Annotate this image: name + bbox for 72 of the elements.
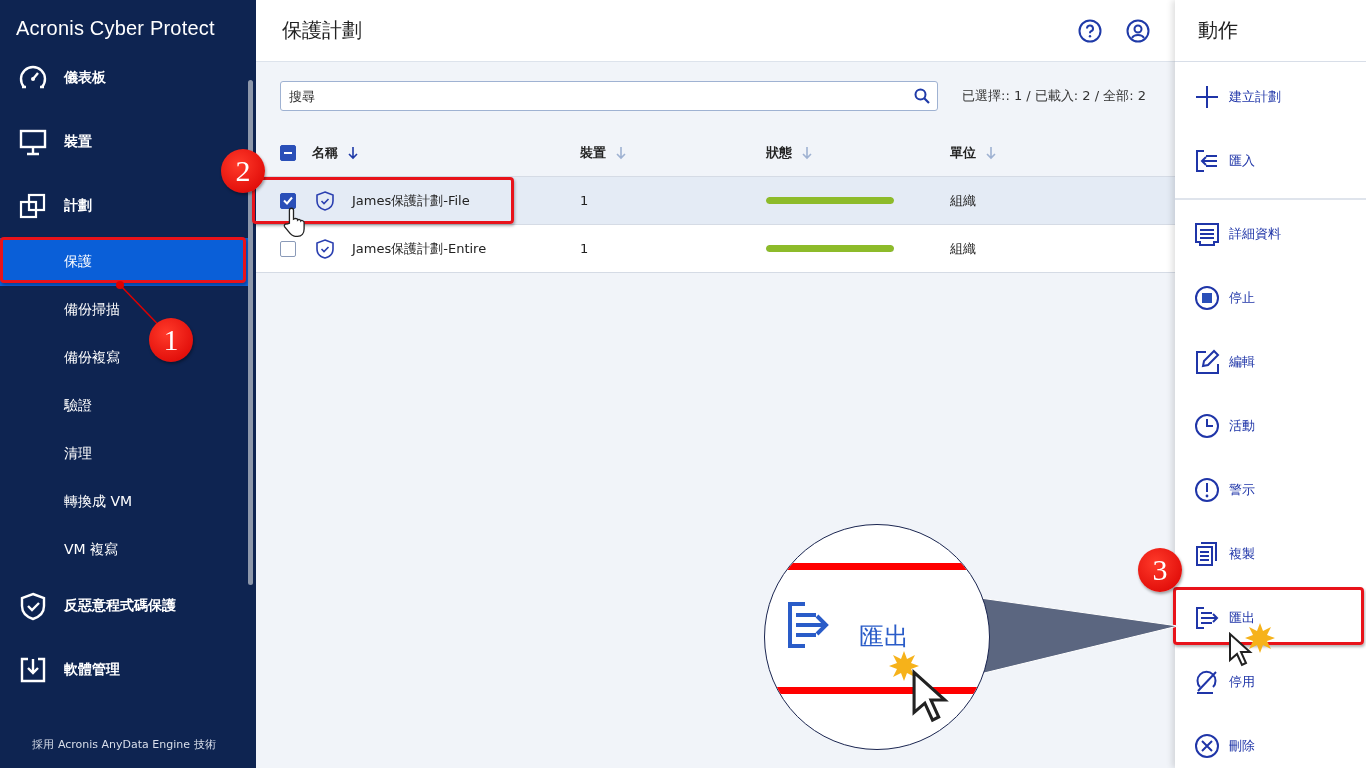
squares-icon	[18, 191, 48, 221]
table-cell-text: 組織	[950, 191, 977, 210]
row-checkbox[interactable]	[280, 240, 296, 257]
action-item[interactable]: 詳細資料	[1181, 202, 1366, 266]
action-item[interactable]: 匯出	[1181, 586, 1366, 650]
plus-icon	[1194, 84, 1220, 110]
column-header[interactable]: 名稱	[312, 144, 338, 162]
table-cell-text: 1	[580, 241, 590, 256]
delete-icon	[1194, 733, 1220, 759]
column-header[interactable]: 單位	[950, 144, 976, 162]
monitor-icon	[18, 127, 48, 157]
sidebar-subitem[interactable]: 驗證	[0, 382, 100, 430]
sidebar-item[interactable]: 裝置	[0, 110, 92, 174]
scrollbar-thumb[interactable]	[248, 80, 253, 585]
action-item[interactable]: 警示	[1181, 458, 1366, 522]
hand-cursor-icon	[282, 207, 305, 238]
action-item[interactable]: 建立計劃	[1181, 65, 1366, 129]
sidebar-subitem[interactable]: 備份掃描	[0, 286, 128, 334]
details-icon	[1194, 221, 1220, 247]
copy-icon	[1194, 541, 1220, 567]
sidebar-item[interactable]: 計劃	[0, 174, 92, 238]
shield-icon	[18, 591, 48, 621]
column-header[interactable]: 裝置	[580, 144, 606, 162]
sidebar-item[interactable]: 軟體管理	[0, 638, 120, 702]
check-icon	[283, 196, 293, 205]
stop-icon	[1194, 285, 1220, 311]
sidebar-subitem[interactable]: VM 複寫	[0, 526, 127, 574]
edit-icon	[1194, 349, 1220, 375]
row-checkbox[interactable]	[280, 192, 296, 209]
action-item[interactable]: 刪除	[1181, 714, 1366, 768]
sidebar-item[interactable]: 儀表板	[0, 46, 106, 110]
account-icon	[1126, 18, 1150, 43]
sidebar-subitem[interactable]: 清理	[0, 430, 100, 478]
table-cell-text: 1	[580, 193, 590, 208]
sparkle-icon	[889, 651, 919, 681]
action-item[interactable]: 匯入	[1181, 129, 1366, 193]
magnifier-label: 匯出	[859, 621, 909, 653]
action-item[interactable]: 停用	[1181, 650, 1366, 714]
action-item[interactable]: 停止	[1181, 266, 1366, 330]
shield-icon	[315, 238, 335, 259]
action-item[interactable]: 複製	[1181, 522, 1366, 586]
search-icon	[914, 88, 930, 104]
plan-name: James保護計劃-Entire	[352, 239, 487, 258]
column-header[interactable]: 狀態	[766, 144, 792, 162]
clock-icon	[1194, 413, 1220, 439]
footer-note: 採用 Acronis AnyData Engine 技術	[31, 736, 217, 753]
shield-icon	[315, 190, 335, 211]
table-cell-text: 組織	[950, 239, 977, 258]
page-title: 保護計劃	[282, 17, 363, 44]
table-row[interactable]: James保護計劃-File 1 組織	[256, 177, 1175, 225]
sparkle-icon	[1245, 623, 1275, 653]
sidebar-subitem[interactable]: 備份複寫	[0, 334, 128, 382]
cursor-icon	[911, 669, 951, 725]
help-icon	[1078, 18, 1102, 43]
alert-icon	[1194, 477, 1220, 503]
app-logo: Acronis Cyber Protect	[15, 15, 216, 41]
minus-icon	[284, 151, 292, 155]
table-row[interactable]: James保護計劃-Entire 1 組織	[256, 225, 1175, 273]
action-item[interactable]: 活動	[1181, 394, 1366, 458]
sidebar-subitem[interactable]: 轉換成 VM	[0, 478, 141, 526]
panel-title: 動作	[1175, 0, 1366, 62]
download-icon	[18, 655, 48, 685]
search-field[interactable]: 搜尋	[280, 81, 938, 111]
disabled-icon	[1194, 669, 1220, 695]
selection-count: 已選擇:: 1 / 已載入: 2 / 全部: 2	[962, 87, 1147, 105]
select-all-checkbox[interactable]	[280, 145, 296, 161]
export-icon	[1194, 605, 1220, 631]
cursor-icon	[1228, 632, 1254, 668]
action-item[interactable]: 編輯	[1181, 330, 1366, 394]
import-icon	[1194, 148, 1220, 174]
sidebar-item[interactable]: 反惡意程式碼保護	[0, 574, 176, 638]
plan-name: James保護計劃-File	[352, 191, 470, 210]
